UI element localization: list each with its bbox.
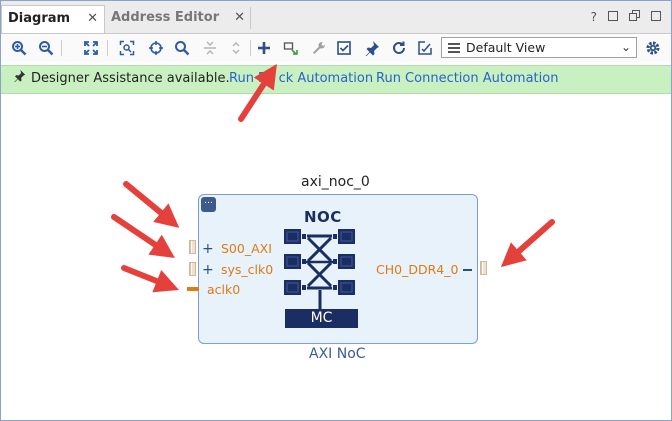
gear-icon[interactable] bbox=[644, 39, 662, 57]
block-instance-name: axi_noc_0 bbox=[301, 174, 370, 190]
interface-pin-ch0-ddr4-0[interactable] bbox=[480, 261, 487, 275]
diagram-window: Diagram ✕ Address Editor ✕ ? Default Vie… bbox=[0, 0, 672, 421]
close-icon[interactable]: ✕ bbox=[234, 5, 245, 31]
view-select[interactable]: Default View ⌄ bbox=[441, 37, 637, 58]
toolbar-divider bbox=[61, 40, 62, 56]
port-connector-dash bbox=[463, 269, 472, 271]
designer-assistance-banner: Designer Assistance available. Run Block… bbox=[1, 65, 671, 94]
zoom-out-icon[interactable] bbox=[37, 39, 55, 57]
chevron-down-icon: ⌄ bbox=[620, 40, 631, 54]
toolbar-divider bbox=[250, 40, 251, 56]
list-icon bbox=[448, 43, 460, 53]
add-ip-icon[interactable] bbox=[255, 39, 273, 57]
ellipsis-icon[interactable]: … bbox=[201, 197, 216, 212]
zoom-fit-selection-icon[interactable] bbox=[118, 39, 136, 57]
port-s00-axi: S00_AXI bbox=[221, 241, 272, 256]
validate-icon[interactable] bbox=[335, 39, 353, 57]
expand-icon[interactable] bbox=[227, 39, 245, 57]
noc-symbol-title: NOC bbox=[304, 208, 342, 226]
mc-label: MC bbox=[285, 309, 358, 328]
search-icon[interactable] bbox=[173, 39, 191, 57]
close-icon[interactable]: ✕ bbox=[87, 6, 98, 32]
banner-message: Designer Assistance available. bbox=[31, 71, 230, 86]
tab-address-editor[interactable]: Address Editor ✕ bbox=[105, 5, 251, 33]
window-controls: ? bbox=[591, 10, 661, 24]
tab-bar: Diagram ✕ Address Editor ✕ ? bbox=[1, 1, 671, 34]
pin-icon[interactable] bbox=[363, 39, 381, 57]
noc-symbol-graphic bbox=[284, 229, 355, 309]
refresh-icon[interactable] bbox=[390, 39, 408, 57]
toolbar-divider bbox=[107, 40, 108, 56]
tab-divider bbox=[250, 7, 251, 29]
maximize-icon[interactable] bbox=[651, 10, 661, 24]
arrow-aclk0 bbox=[121, 265, 180, 293]
expand-port-icon[interactable]: + bbox=[202, 242, 214, 256]
regenerate-layout-icon[interactable] bbox=[416, 39, 434, 57]
view-select-value: Default View bbox=[466, 40, 546, 55]
arrow-s00-axi bbox=[123, 181, 180, 228]
interface-pin-s00-axi[interactable] bbox=[189, 240, 196, 254]
pin-icon bbox=[13, 66, 26, 92]
fit-icon[interactable] bbox=[82, 39, 100, 57]
port-sys-clk0: sys_clk0 bbox=[221, 262, 274, 277]
minimize-icon[interactable] bbox=[608, 10, 618, 24]
tab-diagram-label: Diagram bbox=[8, 11, 71, 26]
run-connection-automation-link[interactable]: Run Connection Automation bbox=[376, 66, 558, 92]
tab-address-editor-label: Address Editor bbox=[111, 10, 220, 25]
port-ch0-ddr4-0: CH0_DDR4_0 bbox=[376, 262, 459, 277]
run-block-automation-link-end: ck Automation bbox=[278, 71, 374, 86]
run-block-automation-link[interactable]: Run Block Automation bbox=[229, 66, 373, 92]
tab-diagram[interactable]: Diagram ✕ bbox=[1, 5, 105, 33]
clock-pin-aclk0[interactable] bbox=[187, 287, 199, 291]
block-type-name: AXI NoC bbox=[309, 346, 366, 362]
zoom-in-icon[interactable] bbox=[10, 39, 28, 57]
arrow-sys-clk0 bbox=[111, 214, 175, 259]
wrench-icon[interactable] bbox=[310, 39, 328, 57]
expand-port-icon[interactable]: + bbox=[202, 263, 214, 277]
port-aclk0: aclk0 bbox=[207, 282, 241, 297]
interface-pin-sys-clk0[interactable] bbox=[189, 262, 196, 276]
collapse-icon[interactable] bbox=[201, 39, 219, 57]
select-area-icon[interactable] bbox=[147, 39, 165, 57]
arrow-ch0-ddr4 bbox=[500, 219, 555, 268]
run-block-automation-link-start: Run B bbox=[229, 71, 267, 86]
help-icon[interactable]: ? bbox=[591, 10, 597, 24]
add-module-icon[interactable] bbox=[282, 39, 300, 57]
restore-icon[interactable] bbox=[629, 10, 640, 24]
